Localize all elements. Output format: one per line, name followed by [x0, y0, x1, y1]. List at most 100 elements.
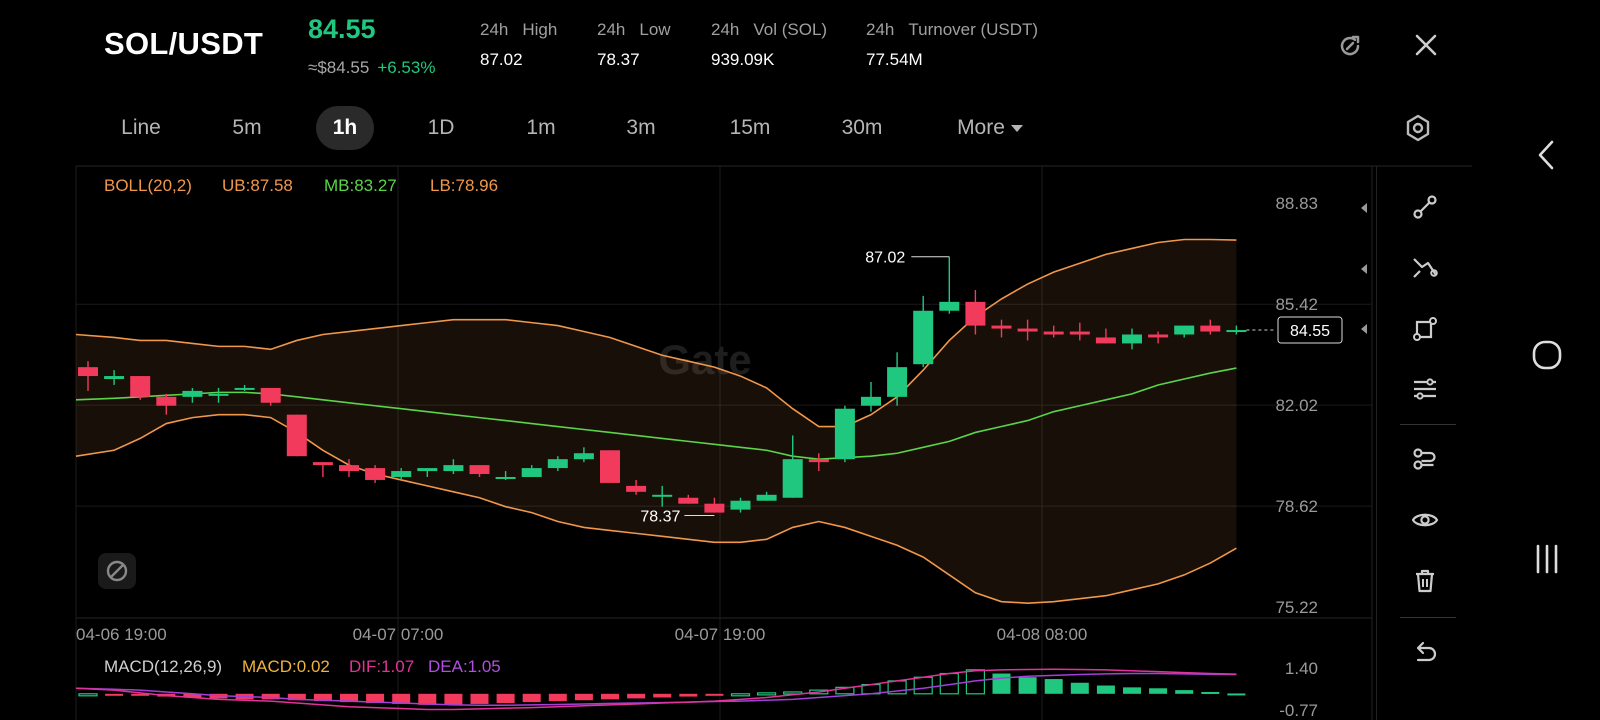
candle-body — [1017, 328, 1038, 332]
indicator-link-icon[interactable] — [1410, 444, 1440, 474]
candle-body — [391, 471, 412, 477]
price-chart[interactable]: 88.83 85.42 82.02 78.62 75.22 04-06 19:00 04-0… — [0, 0, 1600, 720]
candle-body — [208, 393, 229, 396]
low-marker-label: 78.37 — [640, 508, 680, 525]
macd-bar — [1044, 679, 1063, 694]
trash-icon[interactable] — [1410, 566, 1440, 596]
macd-bar — [574, 693, 593, 701]
candle-body — [913, 310, 934, 365]
candle-body — [1043, 331, 1064, 335]
candle-body — [443, 465, 464, 472]
chart-mode-button[interactable] — [98, 553, 136, 589]
candle-body — [652, 494, 673, 497]
boll-name: BOLL(20,2) — [104, 176, 192, 195]
expand-caret-icon[interactable] — [1361, 264, 1367, 274]
candle-body — [704, 503, 725, 513]
macd-bar — [78, 693, 98, 697]
macd-dea: DEA:1.05 — [428, 657, 501, 676]
high-marker-label: 87.02 — [865, 250, 905, 267]
y-tick-label: 88.83 — [1275, 194, 1318, 213]
macd-bar — [756, 692, 777, 696]
candle-body — [730, 500, 751, 510]
x-tick-label: 04-08 08:00 — [997, 625, 1088, 644]
macd-tick-label: 1.40 — [1285, 659, 1318, 678]
macd-bar — [601, 693, 619, 700]
candle-body — [339, 465, 359, 472]
x-tick-label: 04-07 07:00 — [353, 625, 444, 644]
macd-value: MACD:0.02 — [242, 657, 330, 676]
candle-body — [1122, 334, 1142, 344]
candle-body — [808, 459, 829, 463]
candle-body — [469, 465, 490, 475]
boll-mb: MB:83.27 — [324, 176, 397, 195]
eye-icon[interactable] — [1410, 505, 1440, 535]
macd-tick-label: -0.77 — [1279, 701, 1318, 720]
macd-bar — [470, 693, 489, 704]
candle-body — [234, 387, 255, 390]
candle-body — [104, 376, 125, 380]
macd-bar — [992, 673, 1011, 694]
shape-tool-icon[interactable] — [1410, 314, 1440, 344]
candle-body — [1069, 331, 1090, 335]
y-tick-label: 78.62 — [1275, 497, 1318, 516]
candle-body — [834, 408, 855, 460]
candle-body — [887, 367, 908, 397]
candle-body — [782, 459, 803, 498]
expand-caret-icon[interactable] — [1361, 203, 1367, 213]
macd-bar — [548, 693, 567, 702]
nav-recents-icon[interactable] — [1530, 542, 1564, 581]
candle-body — [1095, 337, 1116, 344]
macd-dif: DIF:1.07 — [349, 657, 415, 676]
macd-bar — [1149, 688, 1168, 694]
drawing-tool-rail — [1376, 166, 1472, 720]
macd-bar — [444, 693, 463, 705]
macd-bar — [705, 693, 724, 696]
rail-divider — [1400, 617, 1456, 618]
candle-body — [626, 485, 647, 492]
kline-screen: SOL/USDT 84.55 ≈$84.55 +6.53% 24h High 87.… — [0, 0, 1600, 720]
y-tick-label: 82.02 — [1275, 396, 1318, 415]
macd-bar — [1227, 693, 1246, 696]
macd-bar — [1201, 691, 1220, 694]
candle-body — [678, 497, 699, 504]
macd-bar — [1123, 687, 1141, 694]
candle-body — [495, 476, 516, 479]
candle-body — [547, 459, 568, 469]
macd-bar — [913, 676, 933, 695]
macd-bar — [1096, 685, 1115, 694]
candle-body — [312, 462, 333, 466]
macd-bar — [1018, 677, 1037, 694]
candle-body — [756, 494, 777, 501]
candle-body — [991, 325, 1012, 329]
candle-body — [417, 468, 438, 472]
candle-body — [600, 450, 620, 483]
boll-ub: UB:87.58 — [222, 176, 293, 195]
candle-body — [573, 453, 594, 460]
ray-tool-icon[interactable] — [1410, 253, 1440, 283]
last-price-tag: 84.55 — [1290, 323, 1330, 340]
expand-caret-icon[interactable] — [1361, 324, 1367, 334]
nav-home-icon[interactable] — [1530, 338, 1564, 377]
x-tick-label: 04-06 19:00 — [76, 625, 167, 644]
candle-body — [286, 414, 307, 457]
x-tick-label: 04-07 19:00 — [675, 625, 766, 644]
macd-bar — [627, 693, 646, 699]
candle-body — [78, 367, 98, 377]
macd-name: MACD(12,26,9) — [104, 657, 223, 676]
macd-bar — [105, 693, 124, 696]
macd-bar — [1070, 682, 1089, 694]
candle-body — [1148, 334, 1169, 338]
trend-line-tool-icon[interactable] — [1410, 192, 1440, 222]
macd-bar — [730, 693, 751, 697]
y-tick-label: 75.22 — [1275, 598, 1318, 617]
macd-bar — [1175, 690, 1194, 694]
candle-body — [861, 396, 881, 406]
undo-icon[interactable] — [1410, 638, 1440, 668]
candle-body — [939, 301, 960, 311]
candle-body — [365, 468, 386, 480]
candle-body — [130, 376, 151, 397]
boll-lb: LB:78.96 — [430, 176, 499, 195]
fib-tool-icon[interactable] — [1410, 374, 1440, 404]
candle-body — [521, 468, 542, 477]
nav-back-icon[interactable] — [1530, 138, 1564, 177]
